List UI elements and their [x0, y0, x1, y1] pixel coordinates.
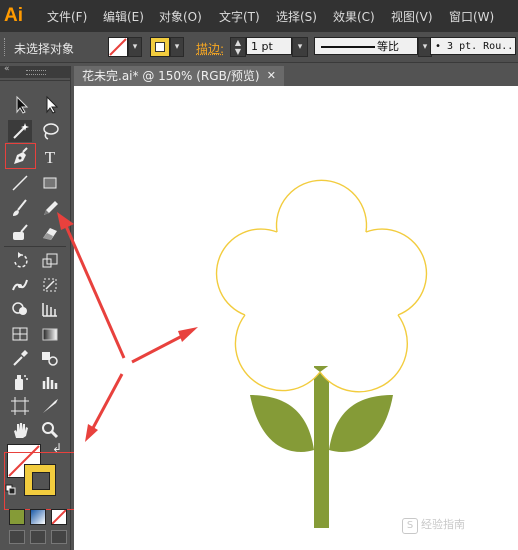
slice-icon[interactable] — [38, 395, 62, 417]
profile-label: 等比 — [377, 40, 399, 53]
artboard-icon[interactable] — [8, 395, 32, 417]
collapse-icon[interactable]: « — [4, 64, 10, 74]
menu-type[interactable]: 文字(T) — [219, 8, 260, 25]
stroke-label[interactable]: 描边: — [196, 40, 224, 57]
perspective-grid-icon[interactable] — [38, 298, 62, 320]
rotate-icon[interactable] — [8, 250, 32, 272]
none-mode-button[interactable] — [51, 509, 67, 525]
draw-behind-button[interactable] — [30, 530, 46, 544]
chevron-down-icon: ▾ — [132, 42, 138, 52]
selection-icon[interactable] — [8, 94, 32, 116]
stroke-dropdown[interactable]: ▾ — [170, 37, 184, 57]
chevron-down-icon: ▾ — [297, 42, 303, 52]
watermark-text: 经验指南 — [421, 518, 465, 531]
selection-status: 未选择对象 — [14, 42, 75, 56]
menu-effect[interactable]: 效果(C) — [333, 8, 375, 25]
tools-panel-header[interactable]: « — [0, 64, 70, 78]
pen-icon[interactable] — [8, 146, 32, 168]
gradient-icon[interactable] — [38, 323, 62, 345]
menu-view[interactable]: 视图(V) — [391, 8, 433, 25]
stepper-arrows-icon: ▲ ▼ — [234, 38, 242, 56]
eraser-icon[interactable] — [38, 222, 62, 244]
gradient-mode-button[interactable] — [30, 509, 46, 525]
variable-width-profile[interactable]: 等比 — [314, 37, 418, 55]
pencil-icon[interactable] — [38, 197, 62, 219]
menu-select[interactable]: 选择(S) — [276, 8, 317, 25]
blend-icon[interactable] — [38, 347, 62, 369]
brush-definition[interactable]: • 3 pt. Rou.. — [430, 37, 516, 55]
zoom-icon[interactable] — [38, 419, 62, 441]
eyedropper-icon[interactable] — [8, 347, 32, 369]
shape-builder-icon[interactable] — [8, 298, 32, 320]
close-icon[interactable]: ✕ — [267, 66, 276, 86]
divider — [4, 246, 66, 247]
fill-dropdown[interactable]: ▾ — [128, 37, 142, 57]
chevron-down-icon: ▾ — [422, 42, 428, 52]
mesh-icon[interactable] — [8, 323, 32, 345]
menu-object[interactable]: 对象(O) — [159, 8, 202, 25]
stroke-stepper[interactable]: ▲ ▼ — [230, 37, 246, 57]
stroke-weight-dropdown[interactable]: ▾ — [292, 37, 308, 57]
document-tab[interactable]: 花未完.ai* @ 150% (RGB/预览) ✕ — [74, 66, 284, 86]
grip-handle[interactable] — [26, 70, 46, 75]
profile-line — [321, 46, 375, 48]
hand-icon[interactable] — [8, 419, 32, 441]
fill-swatch[interactable] — [108, 37, 128, 57]
rectangle-icon[interactable] — [38, 172, 62, 194]
stroke-swatch[interactable] — [150, 37, 170, 57]
tools-panel: « T ↲ — [0, 64, 83, 550]
direct-selection-icon[interactable] — [38, 94, 62, 116]
stroke-swatch-inner — [155, 42, 165, 52]
magic-wand-icon[interactable] — [8, 120, 32, 142]
watermark-logo: S — [402, 518, 418, 534]
fill-stroke-highlight — [4, 452, 83, 510]
type-icon[interactable]: T — [38, 146, 62, 168]
menu-edit[interactable]: 编辑(E) — [103, 8, 144, 25]
column-graph-icon[interactable] — [38, 371, 62, 393]
color-mode-button[interactable] — [9, 509, 25, 525]
watermark: S 经验指南 — [402, 516, 465, 534]
document-tab-title: 花未完.ai* @ 150% (RGB/预览) — [82, 69, 260, 83]
warp-icon[interactable] — [8, 274, 32, 296]
menu-window[interactable]: 窗口(W) — [449, 8, 494, 25]
stroke-weight-input[interactable]: 1 pt — [246, 37, 292, 55]
divider — [0, 80, 70, 81]
paintbrush-icon[interactable] — [8, 197, 32, 219]
none-fill-icon — [109, 38, 127, 56]
grip-handle[interactable] — [4, 38, 8, 56]
chevron-down-icon: ▾ — [174, 42, 180, 52]
screen-mode-button[interactable] — [51, 530, 67, 544]
lasso-icon[interactable] — [38, 120, 62, 142]
scale-icon[interactable] — [38, 250, 62, 272]
svg-text:T: T — [45, 148, 56, 167]
document-tabbar: 花未完.ai* @ 150% (RGB/预览) ✕ — [74, 66, 518, 86]
none-fill-icon — [51, 509, 67, 525]
draw-normal-button[interactable] — [9, 530, 25, 544]
blob-brush-icon[interactable] — [8, 222, 32, 244]
app-logo: Ai — [4, 5, 23, 26]
artboard-canvas[interactable] — [74, 86, 518, 550]
menu-bar: Ai 文件(F) 编辑(E) 对象(O) 文字(T) 选择(S) 效果(C) 视… — [0, 0, 518, 32]
control-bar: 未选择对象 ▾ ▾ 描边: ▲ ▼ 1 pt ▾ 等比 ▾ • 3 pt. Rou… — [0, 32, 518, 63]
line-segment-icon[interactable] — [8, 172, 32, 194]
free-transform-icon[interactable] — [38, 274, 62, 296]
menu-file[interactable]: 文件(F) — [47, 8, 87, 25]
symbol-sprayer-icon[interactable] — [8, 371, 32, 393]
